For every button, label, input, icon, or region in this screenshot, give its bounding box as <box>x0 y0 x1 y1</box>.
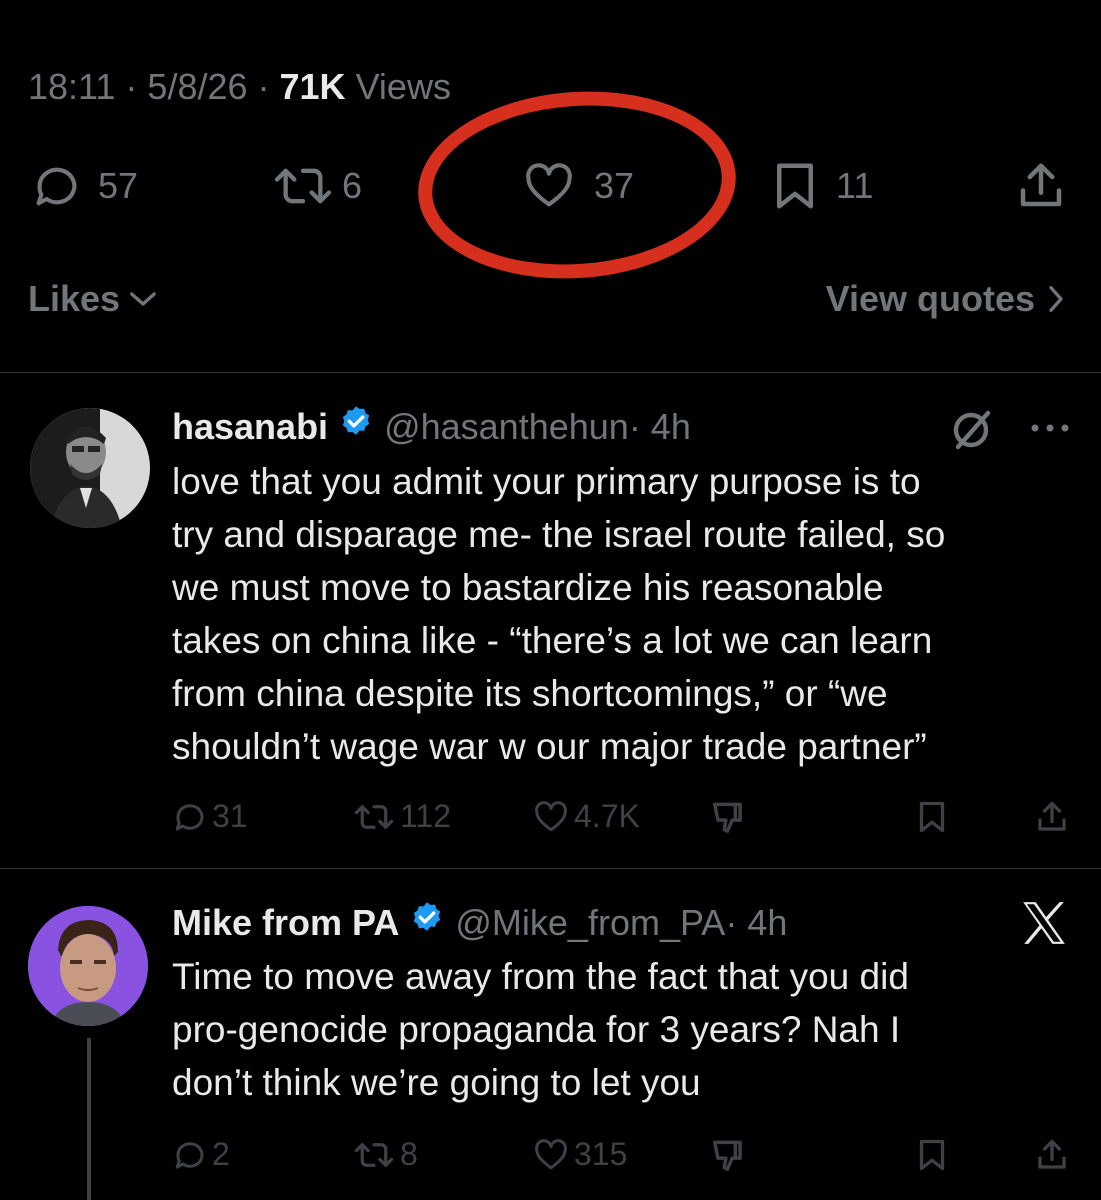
reply-header: hasanabi @hasanthehun · 4h <box>172 404 691 449</box>
like-count: 315 <box>574 1136 628 1172</box>
post-date[interactable]: 5/8/26 <box>147 66 247 107</box>
repost-button[interactable]: 8 <box>352 1136 418 1173</box>
thumbs-down-icon <box>713 802 742 833</box>
more-options-icon[interactable] <box>1028 416 1072 445</box>
thread-connector-line <box>87 1038 91 1200</box>
share-button[interactable] <box>1014 160 1068 212</box>
reply-text-line: pro-genocide propaganda for 3 years? Nah… <box>172 1009 901 1050</box>
share-icon <box>1020 163 1062 207</box>
like-button[interactable]: 4.7K <box>532 798 640 835</box>
reply-text-line: love that you admit your primary purpose… <box>172 461 921 502</box>
bookmark-button[interactable] <box>914 798 950 836</box>
reply-text-line: don’t think we’re going to let you <box>172 1062 701 1103</box>
repost-icon <box>274 168 332 204</box>
share-button[interactable] <box>1034 798 1070 836</box>
reply-button[interactable]: 57 <box>28 160 138 212</box>
author-handle[interactable]: @Mike_from_PA <box>455 902 725 944</box>
reply-icon <box>175 1141 204 1168</box>
like-count: 37 <box>594 165 635 206</box>
like-button[interactable]: 315 <box>532 1136 627 1173</box>
bookmark-count: 11 <box>836 165 874 206</box>
likes-label: Likes <box>28 278 121 319</box>
repost-count: 8 <box>400 1136 418 1172</box>
repost-button[interactable]: 112 <box>352 798 451 835</box>
author-handle[interactable]: @hasanthehun <box>384 406 629 448</box>
share-button[interactable] <box>1034 1136 1070 1174</box>
meta-separator: · <box>247 66 280 107</box>
reply-text-line: we must move to bastardize his reasonabl… <box>172 567 884 608</box>
reply-time[interactable]: · 4h <box>629 406 691 448</box>
views-count: 71K <box>279 66 346 107</box>
avatar[interactable] <box>28 906 148 1026</box>
views-label: Views <box>345 66 451 107</box>
post-detail-page: 18:11 · 5/8/26 · 71K Views 57 6 37 11 Li… <box>0 0 1101 1200</box>
reply-icon <box>175 803 204 830</box>
repost-button[interactable]: 6 <box>270 160 362 212</box>
repost-count: 6 <box>342 165 363 206</box>
repost-count: 112 <box>400 798 452 834</box>
repost-icon <box>354 1142 394 1167</box>
chevron-down-icon <box>130 292 156 306</box>
bookmark-icon <box>919 1139 945 1171</box>
heart-icon <box>535 1138 567 1169</box>
reply-header: Mike from PA @Mike_from_PA · 4h <box>172 900 787 945</box>
bookmark-button[interactable] <box>914 1136 950 1174</box>
like-count: 4.7K <box>574 798 640 834</box>
author-name[interactable]: Mike from PA <box>172 902 399 944</box>
reply-text-line: from china despite its shortcomings,” or… <box>172 673 888 714</box>
grok-icon[interactable] <box>948 405 996 458</box>
view-quotes-label: View quotes <box>825 278 1035 319</box>
bookmark-button[interactable]: 11 <box>768 160 873 212</box>
reply-time[interactable]: · 4h <box>725 902 787 944</box>
thumbs-down-icon <box>713 1140 742 1171</box>
reply-text: love that you admit your primary purpose… <box>172 455 1072 773</box>
reply-text-line: Time to move away from the fact that you… <box>172 956 909 997</box>
bookmark-icon <box>777 163 813 209</box>
reply-button[interactable]: 2 <box>172 1136 230 1173</box>
verified-badge-icon <box>338 404 374 449</box>
author-name[interactable]: hasanabi <box>172 406 328 448</box>
divider <box>0 372 1101 373</box>
reply-text-line: takes on china like - “there’s a lot we … <box>172 620 933 661</box>
reply-count: 2 <box>212 1136 230 1172</box>
reply-button[interactable]: 31 <box>172 798 248 835</box>
likes-dropdown[interactable]: Likes <box>28 278 158 320</box>
post-time[interactable]: 18:11 <box>28 66 115 107</box>
divider <box>0 868 1101 869</box>
x-logo-icon[interactable] <box>1018 898 1070 953</box>
post-meta: 18:11 · 5/8/26 · 71K Views <box>28 66 451 108</box>
avatar-photo <box>28 906 148 1026</box>
reply-text-line: shouldn’t wage war w our major trade par… <box>172 726 927 767</box>
like-button[interactable]: 37 <box>520 160 634 212</box>
downvote-button[interactable] <box>710 798 748 836</box>
heart-icon <box>535 800 567 831</box>
view-quotes-link[interactable]: View quotes <box>826 278 1065 320</box>
reply-count: 31 <box>212 798 248 834</box>
reply-icon <box>36 167 77 206</box>
heart-icon <box>526 163 572 207</box>
reply-text: Time to move away from the fact that you… <box>172 950 1072 1109</box>
avatar[interactable] <box>30 408 150 528</box>
share-icon <box>1038 801 1066 831</box>
meta-separator: · <box>115 66 148 107</box>
downvote-button[interactable] <box>710 1136 748 1174</box>
bookmark-icon <box>919 801 945 833</box>
share-icon <box>1038 1139 1066 1169</box>
verified-badge-icon <box>409 900 445 945</box>
chevron-right-icon <box>1049 286 1063 312</box>
reply-count: 57 <box>98 165 139 206</box>
repost-icon <box>354 804 394 829</box>
reply-text-line: try and disparage me- the israel route f… <box>172 514 946 555</box>
avatar-photo <box>30 408 150 528</box>
